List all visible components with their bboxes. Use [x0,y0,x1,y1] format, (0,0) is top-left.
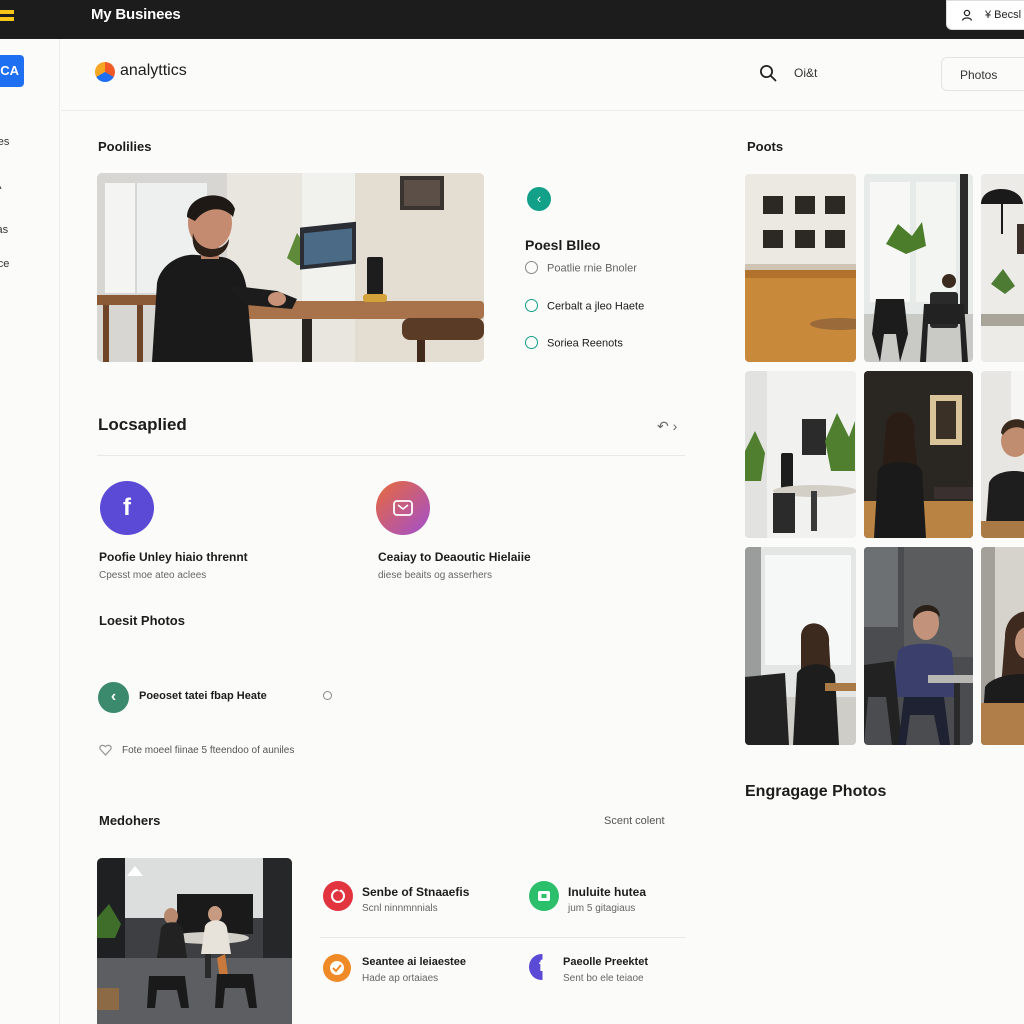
radio-indicator[interactable] [323,691,332,700]
app-title: My Businees [91,6,181,23]
post-photo[interactable] [981,547,1024,745]
member-title[interactable]: Senbe of Stnaaefis [362,885,469,899]
location-card-subtitle: Cpesst moe ateo aclees [99,570,207,581]
instagram-glyph [393,500,413,516]
post-photo[interactable] [745,174,856,362]
section-title-profiles: Poolilies [98,139,152,154]
app-logo-icon[interactable] [0,10,14,24]
page-header: analyttics Oi&t Photos [61,39,1024,111]
post-photo-image [864,174,973,362]
member-title[interactable]: Seantee ai leiaestee [362,956,466,968]
heart-outline-icon[interactable] [99,743,112,757]
members-photo-image [97,858,292,1024]
left-sidebar: CA ures 0A eias erce [0,39,60,1024]
facebook-icon[interactable]: f [529,954,554,980]
member-subtitle: Hade ap ortaiaes [362,973,439,984]
post-photo-image [981,174,1024,362]
brand-logo-icon [95,62,115,82]
member-title[interactable]: Inuluite hutea [568,885,646,899]
member-icon[interactable] [323,954,351,982]
divider [97,455,685,456]
facebook-icon[interactable]: f [100,481,154,535]
post-photo[interactable] [981,371,1024,538]
section-title-engage-photos: Engragage Photos [745,783,887,800]
section-title-locations: Locsaplied [98,415,187,434]
brand-name: analyttics [120,62,187,79]
post-photo[interactable] [864,371,973,538]
sidebar-item[interactable]: ures [0,136,9,148]
post-photo[interactable] [745,547,856,745]
post-photo[interactable] [745,371,856,538]
post-photo-image [745,174,856,362]
check-circle-icon [525,336,538,349]
location-card-title[interactable]: Ceaiay to Deaoutic Hielaiie [378,550,531,564]
feature-row[interactable]: Soriea Reenots [525,336,623,350]
chevron-left-icon[interactable]: ‹ [98,682,129,713]
divider [320,937,686,938]
refresh-glyph [331,885,345,903]
feature-row[interactable]: Poatlie rnie Bnoler [525,261,637,275]
chevron-left-button[interactable]: ‹ [527,187,551,211]
account-button[interactable]: ¥ Becsl [946,0,1024,30]
photos-button[interactable]: Photos [941,57,1024,91]
feature-row[interactable]: Cerbalt a jleo Haete [525,299,644,313]
sidebar-badge[interactable]: CA [0,55,24,87]
post-photo-image [745,547,856,745]
instagram-icon[interactable] [376,481,430,535]
post-photo-image [864,371,973,538]
post-photo[interactable] [981,174,1024,362]
latest-photos-note: Fote moeel fiinae 5 fteendoo of auniles [122,745,295,756]
member-title[interactable]: Paeolle Preektet [563,956,648,968]
search-icon[interactable] [759,64,777,82]
sidebar-item[interactable]: erce [0,258,9,270]
user-icon [961,9,973,21]
location-card-subtitle: diese beaits og asserhers [378,570,492,581]
location-card-title[interactable]: Poofie Unley hiaio thrennt [99,550,248,564]
post-photo-image [981,371,1024,538]
account-label: ¥ Becsl [985,9,1022,21]
members-photo[interactable] [97,858,292,1024]
search-field[interactable]: Oi&t [794,66,817,80]
members-action-link[interactable]: Scent colent [604,815,665,827]
section-title-members: Medohers [99,813,161,828]
top-bar: My Businees ¥ Becsl [0,0,1024,39]
carousel-nav-icon[interactable]: ↶ › [657,418,677,435]
feature-title: Poesl Blleo [525,237,601,253]
clock-icon [525,261,538,274]
check-glyph [330,961,344,975]
post-photo-image [745,371,856,538]
post-photo-image [981,547,1024,745]
post-photo-image [864,547,973,745]
latest-photo-item[interactable]: Poeoset tatei fbap Heate [139,690,267,702]
member-icon[interactable] [529,881,559,911]
post-photo[interactable] [864,547,973,745]
post-photo[interactable] [864,174,973,362]
info-icon [525,299,538,312]
member-subtitle: jum 5 gitagiaus [568,903,636,914]
sidebar-item[interactable]: 0A [0,180,1,192]
section-title-posts: Poots [747,139,784,154]
video-glyph [538,891,550,901]
hero-photo-image [97,173,484,362]
member-icon[interactable] [323,881,353,911]
section-title-latest-photos: Loesit Photos [99,613,185,628]
member-subtitle: Sent bo ele teiaoe [563,973,644,984]
sidebar-item[interactable]: eias [0,224,8,236]
member-subtitle: Scnl ninnmnnials [362,903,438,914]
hero-photo[interactable] [97,173,484,362]
